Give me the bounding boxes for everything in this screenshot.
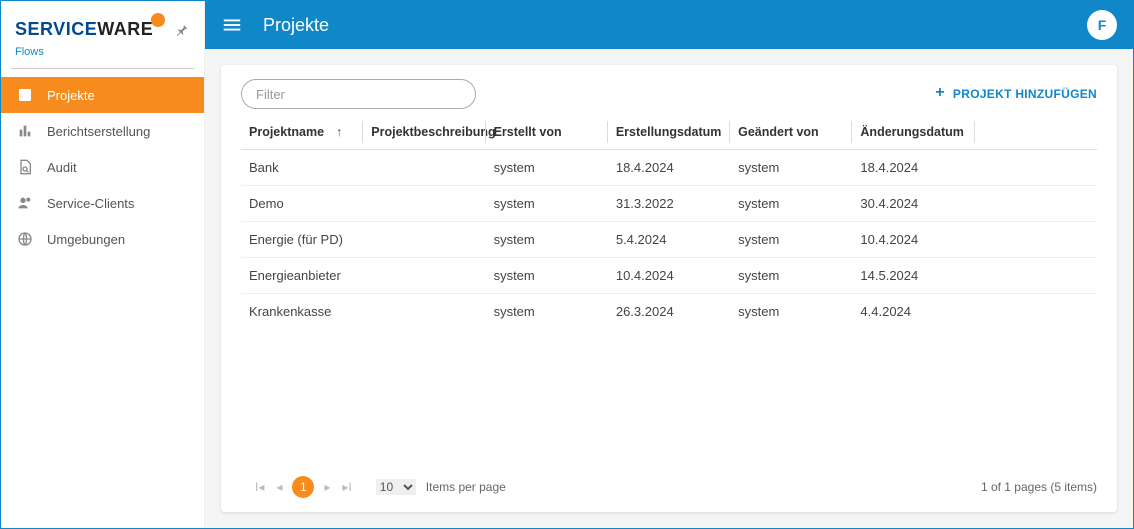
sidebar-item-umgebungen[interactable]: Umgebungen [1,221,204,257]
cell-name: Energie (für PD) [241,222,363,258]
col-projektname[interactable]: Projektname↑ [241,115,363,150]
menu-icon[interactable] [221,14,243,36]
sidebar-item-label: Umgebungen [47,232,125,247]
content-card: + PROJEKT HINZUFÜGEN Projektname↑ Projek… [221,65,1117,512]
cell-created_by: system [486,186,608,222]
pager-prev-button[interactable]: ◂ [274,476,284,498]
brand-subtitle: Flows [1,46,204,68]
add-project-label: PROJEKT HINZUFÜGEN [953,87,1097,101]
cell-modified_by: system [730,222,852,258]
cell-desc [363,186,485,222]
col-erstellt-von[interactable]: Erstellt von [486,115,608,150]
table-row[interactable]: Banksystem18.4.2024system18.4.2024 [241,150,1097,186]
cell-name: Energieanbieter [241,258,363,294]
pager-summary: 1 of 1 pages (5 items) [981,480,1097,494]
cell-desc [363,222,485,258]
cell-modified_by: system [730,186,852,222]
table-wrap: Projektname↑ Projektbeschreibung Erstell… [221,115,1117,466]
cell-modified_by: system [730,150,852,186]
page-title: Projekte [263,15,1087,36]
sidebar-item-audit[interactable]: Audit [1,149,204,185]
cell-name: Demo [241,186,363,222]
col-projektbeschreibung[interactable]: Projektbeschreibung [363,115,485,150]
cell-modified_by: system [730,294,852,330]
brand-part1: SERVICE [15,19,97,40]
add-project-button[interactable]: + PROJEKT HINZUFÜGEN [935,86,1097,102]
cell-created_at: 26.3.2024 [608,294,730,330]
sort-asc-icon: ↑ [336,125,342,139]
table-header-row: Projektname↑ Projektbeschreibung Erstell… [241,115,1097,150]
pager-current-page[interactable]: 1 [292,476,314,498]
cell-modified_by: system [730,258,852,294]
cell-actions [975,258,1097,294]
cell-desc [363,258,485,294]
sidebar-item-berichtserstellung[interactable]: Berichtserstellung [1,113,204,149]
user-avatar[interactable]: F [1087,10,1117,40]
cell-created_at: 31.3.2022 [608,186,730,222]
cell-modified_at: 10.4.2024 [852,222,974,258]
pin-icon[interactable] [174,22,190,38]
cell-desc [363,150,485,186]
projects-icon [17,87,33,103]
col-geaendert-von[interactable]: Geändert von [730,115,852,150]
brand-logo: SERVICEWARE [15,19,167,40]
col-aenderungsdatum[interactable]: Änderungsdatum [852,115,974,150]
globe-icon [17,231,33,247]
cell-actions [975,294,1097,330]
brand-dot-icon [151,13,165,27]
pager-first-button[interactable]: I◂ [253,476,266,498]
filter-input[interactable] [241,79,476,109]
cell-created_by: system [486,294,608,330]
table-row[interactable]: Demosystem31.3.2022system30.4.2024 [241,186,1097,222]
pager-next-button[interactable]: ▸ [322,476,332,498]
card-toolbar: + PROJEKT HINZUFÜGEN [221,65,1117,115]
cell-actions [975,186,1097,222]
main: Projekte F + PROJEKT HINZUFÜGEN Projektn… [205,1,1133,528]
nav-list: Projekte Berichtserstellung Audit Servic… [1,77,204,257]
cell-desc [363,294,485,330]
cell-modified_at: 18.4.2024 [852,150,974,186]
chart-icon [17,123,33,139]
cell-actions [975,222,1097,258]
sidebar-item-label: Berichtserstellung [47,124,150,139]
cell-modified_at: 4.4.2024 [852,294,974,330]
cell-created_at: 10.4.2024 [608,258,730,294]
brand-divider [11,68,194,69]
cell-modified_at: 30.4.2024 [852,186,974,222]
projects-table: Projektname↑ Projektbeschreibung Erstell… [241,115,1097,329]
cell-name: Bank [241,150,363,186]
cell-created_by: system [486,222,608,258]
sidebar-item-service-clients[interactable]: Service-Clients [1,185,204,221]
cell-created_at: 18.4.2024 [608,150,730,186]
page-size-select[interactable]: 10 [376,479,416,495]
sidebar: SERVICEWARE Flows Projekte Berichtserste… [1,1,205,528]
cell-created_by: system [486,150,608,186]
brand-part2: WARE [97,19,153,40]
items-per-page-label: Items per page [426,480,506,494]
plus-icon: + [935,85,945,101]
pagination: I◂ ◂ 1 ▸ ▸I 10 Items per page 1 of 1 pag… [221,466,1117,512]
file-icon [17,159,33,175]
table-row[interactable]: Energie (für PD)system5.4.2024system10.4… [241,222,1097,258]
cell-created_by: system [486,258,608,294]
col-erstellungsdatum[interactable]: Erstellungsdatum [608,115,730,150]
cell-created_at: 5.4.2024 [608,222,730,258]
sidebar-item-label: Audit [47,160,77,175]
cell-actions [975,150,1097,186]
brand-row: SERVICEWARE [1,1,204,46]
table-row[interactable]: Krankenkassesystem26.3.2024system4.4.202… [241,294,1097,330]
pager-last-button[interactable]: ▸I [340,476,353,498]
table-body: Banksystem18.4.2024system18.4.2024Demosy… [241,150,1097,330]
topbar: Projekte F [205,1,1133,49]
sidebar-item-label: Service-Clients [47,196,134,211]
users-icon [17,195,33,211]
cell-name: Krankenkasse [241,294,363,330]
sidebar-item-projekte[interactable]: Projekte [1,77,204,113]
col-actions [975,115,1097,150]
sidebar-item-label: Projekte [47,88,95,103]
table-row[interactable]: Energieanbietersystem10.4.2024system14.5… [241,258,1097,294]
cell-modified_at: 14.5.2024 [852,258,974,294]
